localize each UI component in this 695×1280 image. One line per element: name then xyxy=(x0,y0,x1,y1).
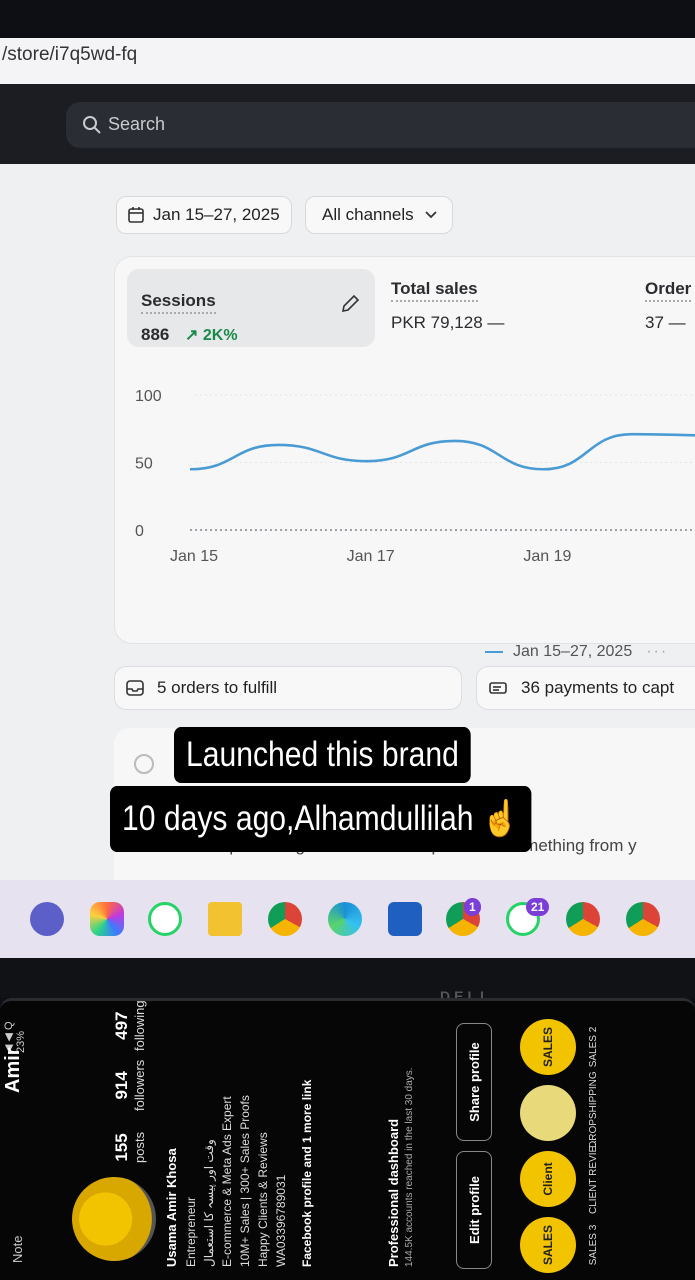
posts-label: posts xyxy=(132,1131,147,1163)
phone-screen-rotated: Note ◀ ◀ Q 23% Amir 155 posts 914 follow… xyxy=(0,1001,695,1280)
highlight-sales-3[interactable]: SALES xyxy=(520,1217,576,1273)
story-caption-line-2: 10 days ago,Alhamdullilah ☝ xyxy=(110,786,532,852)
monitor-bezel xyxy=(0,958,695,998)
calendar-icon xyxy=(128,207,144,223)
payments-to-capture-button[interactable]: 36 payments to capt xyxy=(476,666,695,710)
highlight-label: DROPSHIPPING xyxy=(588,1071,599,1148)
highlight-label: SALES 3 xyxy=(588,1224,599,1266)
y-tick-label: 0 xyxy=(135,523,144,540)
notification-badge: 1 xyxy=(464,898,481,916)
bio-line: Happy Clients & Reviews xyxy=(256,1132,270,1267)
copilot-icon[interactable] xyxy=(90,902,124,936)
edge-icon[interactable] xyxy=(328,902,362,936)
bio-line: 10M+ Sales | 300+ Sales Proofs xyxy=(238,1095,252,1267)
followers-count[interactable]: 914 followers xyxy=(112,1060,147,1111)
profile-name: Usama Amir Khosa xyxy=(164,1148,179,1267)
legend-label: Jan 15–27, 2025 xyxy=(513,643,633,660)
followers-number: 914 xyxy=(112,1071,131,1100)
following-count[interactable]: 497 following xyxy=(112,1000,147,1051)
file-explorer-icon[interactable] xyxy=(208,902,242,936)
sessions-metric[interactable]: Sessions 886 ↗ 2K% xyxy=(127,269,375,347)
notification-badge: 21 xyxy=(526,898,550,916)
analytics-card: Sessions 886 ↗ 2K% Total sales PKR 79,12… xyxy=(114,256,695,660)
story-caption-line-1: Launched this brand xyxy=(174,727,471,783)
sessions-delta-value: 2K% xyxy=(202,327,238,344)
total-sales-value: PKR 79,128 — xyxy=(391,313,504,333)
chrome-icon[interactable] xyxy=(268,902,302,936)
orders-to-fulfill-button[interactable]: 5 orders to fulfill xyxy=(114,666,462,710)
chart-legend: Jan 15–27, 2025 ··· xyxy=(485,643,668,661)
highlight-dropshipping[interactable] xyxy=(520,1085,576,1141)
edit-profile-button[interactable]: Edit profile xyxy=(456,1151,492,1269)
address-bar[interactable]: /store/i7q5wd-fq xyxy=(0,38,695,86)
admin-top-bar: Search xyxy=(0,84,695,164)
windows-taskbar: 1 21 xyxy=(0,880,695,958)
following-label: following xyxy=(132,1000,147,1051)
teams-icon[interactable] xyxy=(30,902,64,936)
x-tick-label: Jan 19 xyxy=(523,548,571,565)
status-bar: ◀ ◀ Q 23% xyxy=(3,1021,27,1053)
whatsapp-icon[interactable] xyxy=(148,902,182,936)
orders-amount: 37 xyxy=(645,313,664,332)
url-text[interactable]: /store/i7q5wd-fq xyxy=(2,44,137,66)
channel-label: All channels xyxy=(322,205,414,224)
sessions-value: 886 xyxy=(141,325,170,344)
tip-radio[interactable] xyxy=(134,754,154,774)
payments-to-capture-label: 36 payments to capt xyxy=(521,678,675,697)
x-tick-label: Jan 15 xyxy=(170,548,218,565)
story-screenshot: /store/i7q5wd-fq Search Jan 15–27, 2025 … xyxy=(0,0,695,1280)
sessions-delta: ↗ 2K% xyxy=(185,327,238,344)
total-sales-trend: — xyxy=(487,313,505,332)
x-tick-label: Jan 17 xyxy=(347,548,395,565)
chevron-down-icon xyxy=(425,211,437,219)
date-range-label: Jan 15–27, 2025 xyxy=(153,205,280,224)
posts-count[interactable]: 155 posts xyxy=(112,1132,147,1163)
share-profile-button[interactable]: Share profile xyxy=(456,1023,492,1141)
legend-swatch xyxy=(485,651,503,653)
profile-avatar[interactable] xyxy=(72,1177,156,1261)
orders-trend: — xyxy=(668,313,686,332)
bio-line: وقت اور پیسہ کا استعمال xyxy=(202,1139,216,1267)
highlight-client-reviews[interactable]: Client xyxy=(520,1151,576,1207)
highlight-label: CLIENT REVIE... xyxy=(588,1137,599,1214)
total-sales-label[interactable]: Total sales xyxy=(391,279,478,302)
search-placeholder: Search xyxy=(108,114,166,134)
orders-to-fulfill-label: 5 orders to fulfill xyxy=(157,678,277,697)
inbox-icon xyxy=(126,680,144,696)
channel-selector[interactable]: All channels xyxy=(305,196,453,234)
legend-comparison-swatch: ··· xyxy=(646,643,669,660)
dashboard-subtitle: 144.5K accounts reached in the last 30 d… xyxy=(404,1067,415,1267)
phone-instagram-profile: Note ◀ ◀ Q 23% Amir 155 posts 914 follow… xyxy=(0,998,695,1280)
bio-line: Entrepreneur xyxy=(184,1196,198,1267)
bio-link[interactable]: Facebook profile and 1 more link xyxy=(300,1080,314,1267)
sessions-label: Sessions xyxy=(141,291,216,314)
cash-icon xyxy=(489,682,507,694)
highlight-sales-2[interactable]: SALES xyxy=(520,1019,576,1075)
search-icon xyxy=(83,116,101,134)
note-bubble[interactable]: Note xyxy=(10,1236,25,1263)
bio-line: E-commerce & Meta Ads Expert xyxy=(220,1096,234,1267)
sessions-chart: 100500Jan 15Jan 17Jan 19Jan xyxy=(135,388,695,565)
profile-username: Amir xyxy=(2,1047,24,1093)
chrome-icon[interactable] xyxy=(626,902,660,936)
date-range-button[interactable]: Jan 15–27, 2025 xyxy=(116,196,292,234)
bio-line: WA03396789031 xyxy=(274,1174,288,1267)
followers-label: followers xyxy=(132,1059,147,1111)
orders-label[interactable]: Order xyxy=(645,279,692,302)
y-tick-label: 50 xyxy=(135,456,153,473)
professional-dashboard[interactable]: Professional dashboard xyxy=(386,1017,401,1267)
sessions-series-line xyxy=(189,432,695,471)
highlight-label: SALES 2 xyxy=(588,1026,599,1068)
search-input[interactable]: Search xyxy=(66,102,695,148)
microsoft-store-icon[interactable] xyxy=(388,902,422,936)
pencil-icon[interactable] xyxy=(339,293,361,315)
posts-number: 155 xyxy=(112,1133,131,1162)
orders-value: 37 — xyxy=(645,313,686,333)
chrome-icon[interactable] xyxy=(566,902,600,936)
y-tick-label: 100 xyxy=(135,388,162,405)
total-sales-amount: PKR 79,128 xyxy=(391,313,483,332)
following-number: 497 xyxy=(112,1011,131,1040)
